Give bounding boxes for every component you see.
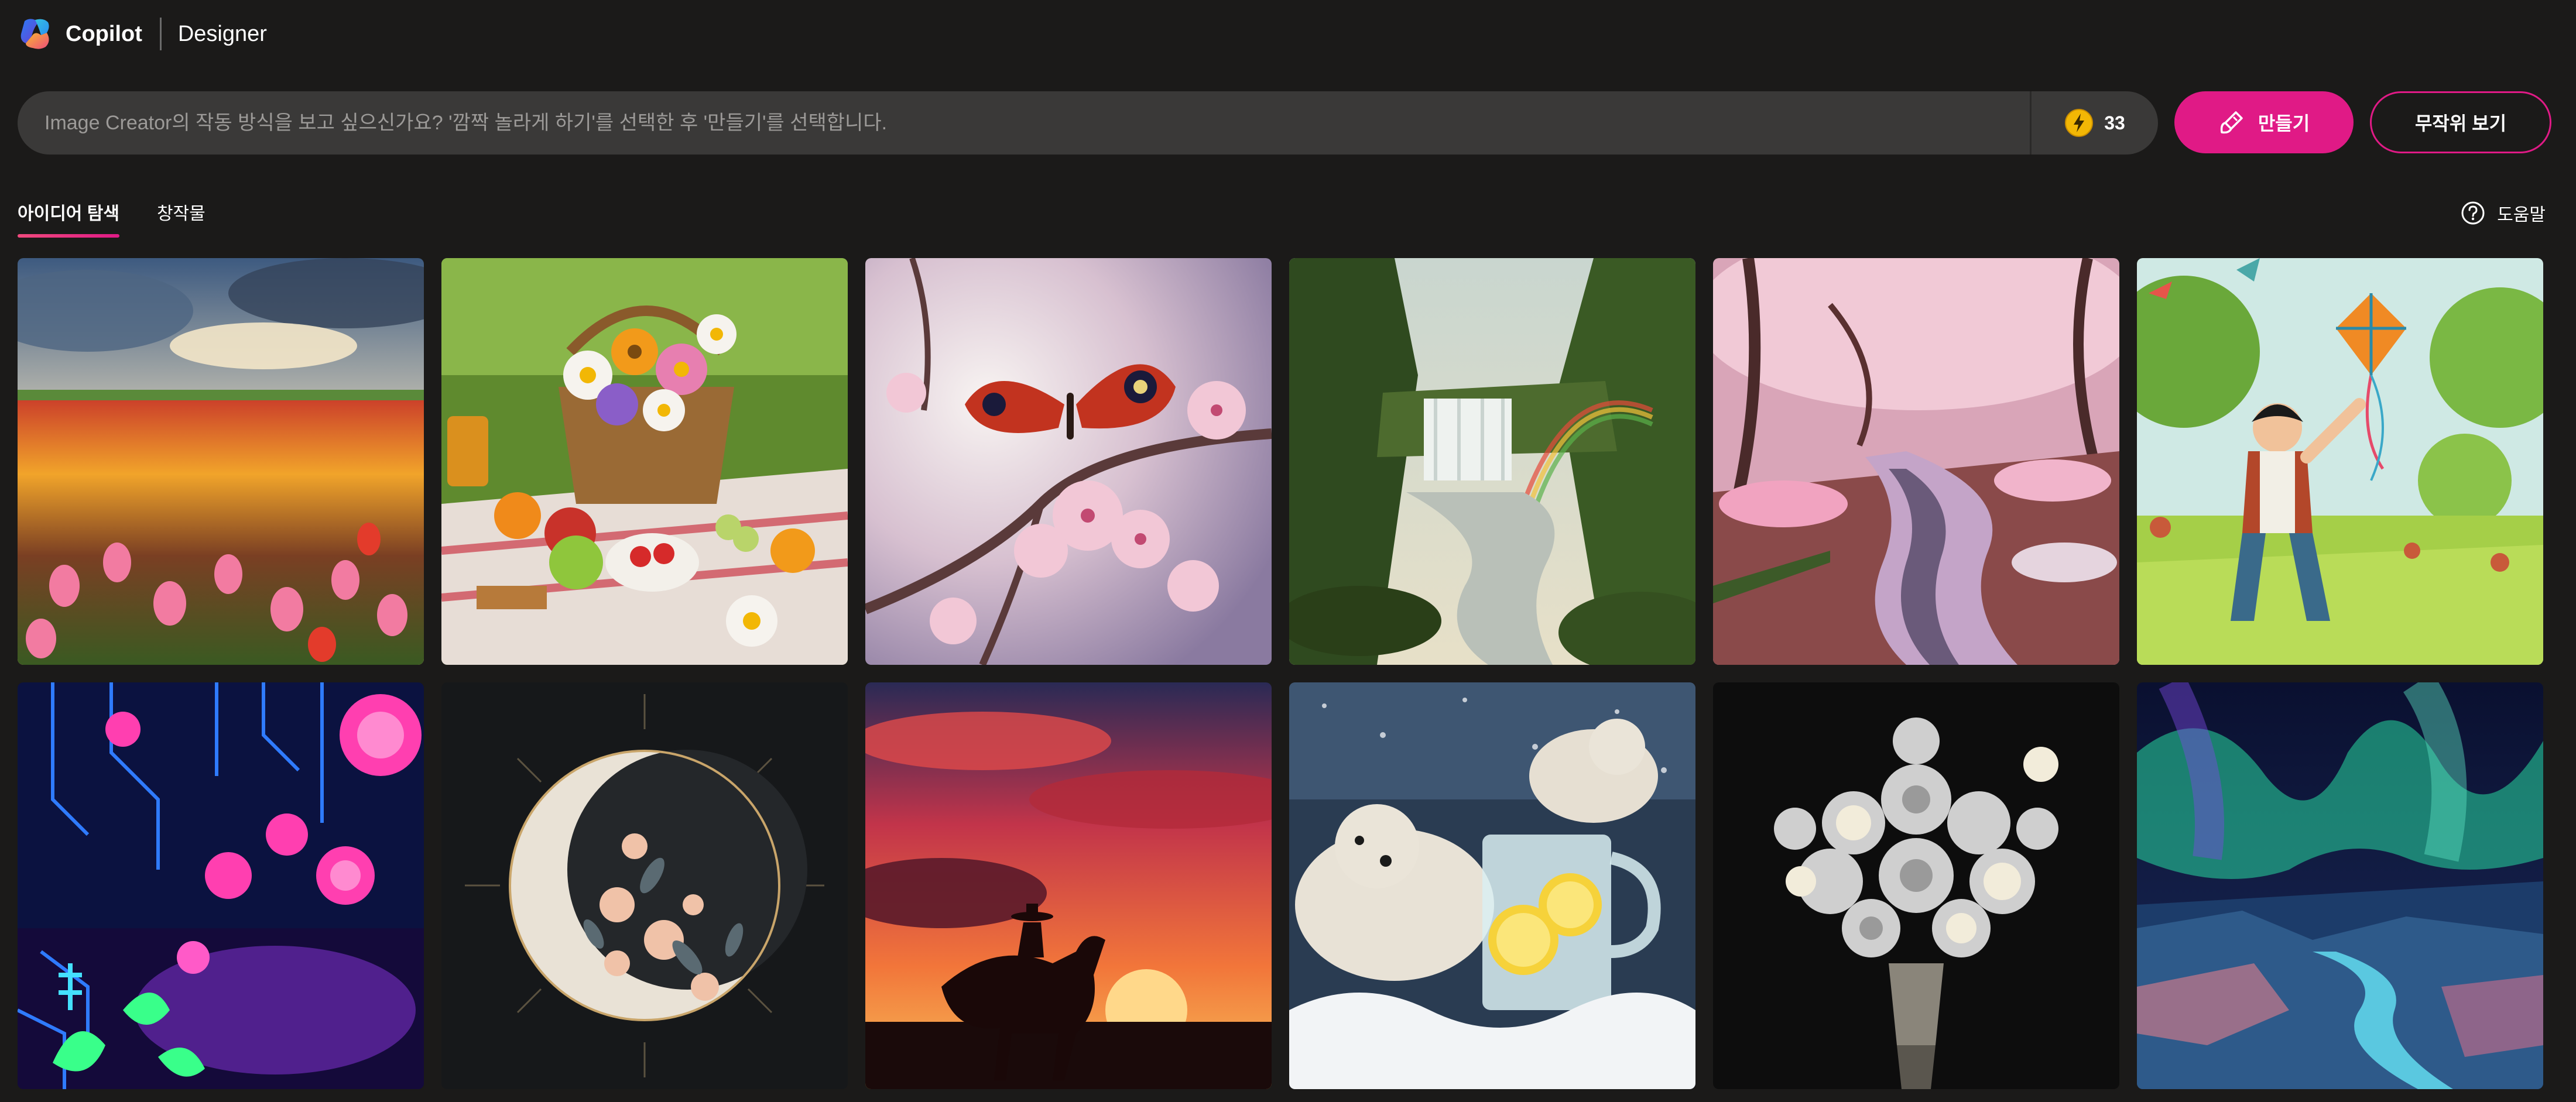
gallery-image-picnic-basket[interactable] xyxy=(441,258,848,665)
idea-gallery xyxy=(18,258,2543,1089)
cherry-blossom-river-image xyxy=(1713,258,2119,665)
help-label: 도움말 xyxy=(2497,205,2546,225)
gallery-image-waterfall-rainbow[interactable] xyxy=(1289,258,1695,665)
boy-with-kite-image xyxy=(2137,258,2543,665)
question-circle-icon xyxy=(2461,201,2485,225)
cowboy-sunset-image xyxy=(865,682,1272,1089)
prompt-input[interactable] xyxy=(18,91,2030,155)
gallery-image-neon-circuit-garden[interactable] xyxy=(18,682,424,1089)
gallery-image-butterfly-blossoms[interactable] xyxy=(865,258,1272,665)
app-header: Copilot Designer xyxy=(18,14,267,54)
brand-name: Copilot xyxy=(66,21,142,46)
gallery-image-polar-bears-lemonade[interactable] xyxy=(1289,682,1695,1089)
neon-circuit-garden-image xyxy=(18,682,424,1089)
polar-bears-lemonade-image xyxy=(1289,682,1695,1089)
waterfall-rainbow-image xyxy=(1289,258,1695,665)
aurora-landscape-image xyxy=(2137,682,2543,1089)
boost-counter[interactable]: 33 xyxy=(2032,91,2158,155)
jeweled-bouquet-image xyxy=(1713,682,2119,1089)
help-link[interactable]: 도움말 xyxy=(2461,200,2546,226)
product-name: Designer xyxy=(177,21,267,46)
copilot-logo-icon[interactable] xyxy=(18,15,55,53)
image-creator-page: Copilot Designer 33 만들기 무작위 보기 아이디어 탐색 창… xyxy=(0,0,2576,1102)
gallery-image-aurora-landscape[interactable] xyxy=(2137,682,2543,1089)
gallery-tabs: 아이디어 탐색 창작물 xyxy=(18,199,205,238)
boost-count: 33 xyxy=(2104,112,2125,133)
surprise-me-button[interactable]: 무작위 보기 xyxy=(2370,91,2551,153)
prompt-bar: 33 xyxy=(18,91,2158,155)
gallery-image-boy-with-kite[interactable] xyxy=(2137,258,2543,665)
header-divider xyxy=(159,18,162,50)
gallery-image-floral-crescent-moon[interactable] xyxy=(441,682,848,1089)
gallery-image-jeweled-bouquet[interactable] xyxy=(1713,682,2119,1089)
floral-crescent-moon-image xyxy=(441,682,848,1089)
lightning-boost-icon xyxy=(2065,109,2094,137)
brush-create-icon xyxy=(2220,111,2243,134)
butterfly-blossoms-image xyxy=(865,258,1272,665)
tulip-field-image xyxy=(18,258,424,665)
gallery-image-tulip-field[interactable] xyxy=(18,258,424,665)
tab-creations[interactable]: 창작물 xyxy=(157,199,205,238)
gallery-image-cowboy-sunset[interactable] xyxy=(865,682,1272,1089)
create-button-label: 만들기 xyxy=(2258,113,2310,134)
create-button[interactable]: 만들기 xyxy=(2174,91,2354,153)
tab-explore-ideas[interactable]: 아이디어 탐색 xyxy=(18,199,119,238)
gallery-image-cherry-blossom-river[interactable] xyxy=(1713,258,2119,665)
picnic-basket-image xyxy=(441,258,848,665)
